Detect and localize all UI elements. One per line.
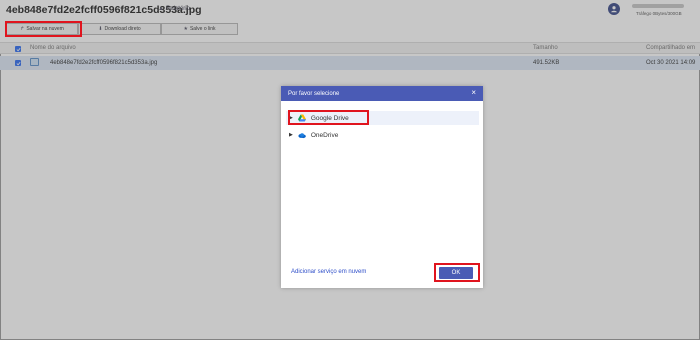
highlight-box-google-drive: [288, 110, 369, 125]
onedrive-icon: [298, 131, 306, 139]
dialog-title: Por favor selecione: [288, 90, 340, 97]
highlight-box-ok: [434, 263, 480, 282]
service-label-onedrive: OneDrive: [310, 131, 339, 139]
dialog-header: Por favor selecione ×: [281, 86, 483, 101]
add-cloud-service-link[interactable]: Adicionar serviço em nuvem: [291, 269, 366, 275]
service-item-onedrive[interactable]: ▶ OneDrive: [286, 128, 479, 142]
expand-caret-icon: ▶: [289, 132, 293, 138]
highlight-box-save: [5, 21, 82, 37]
close-icon[interactable]: ×: [471, 89, 476, 97]
